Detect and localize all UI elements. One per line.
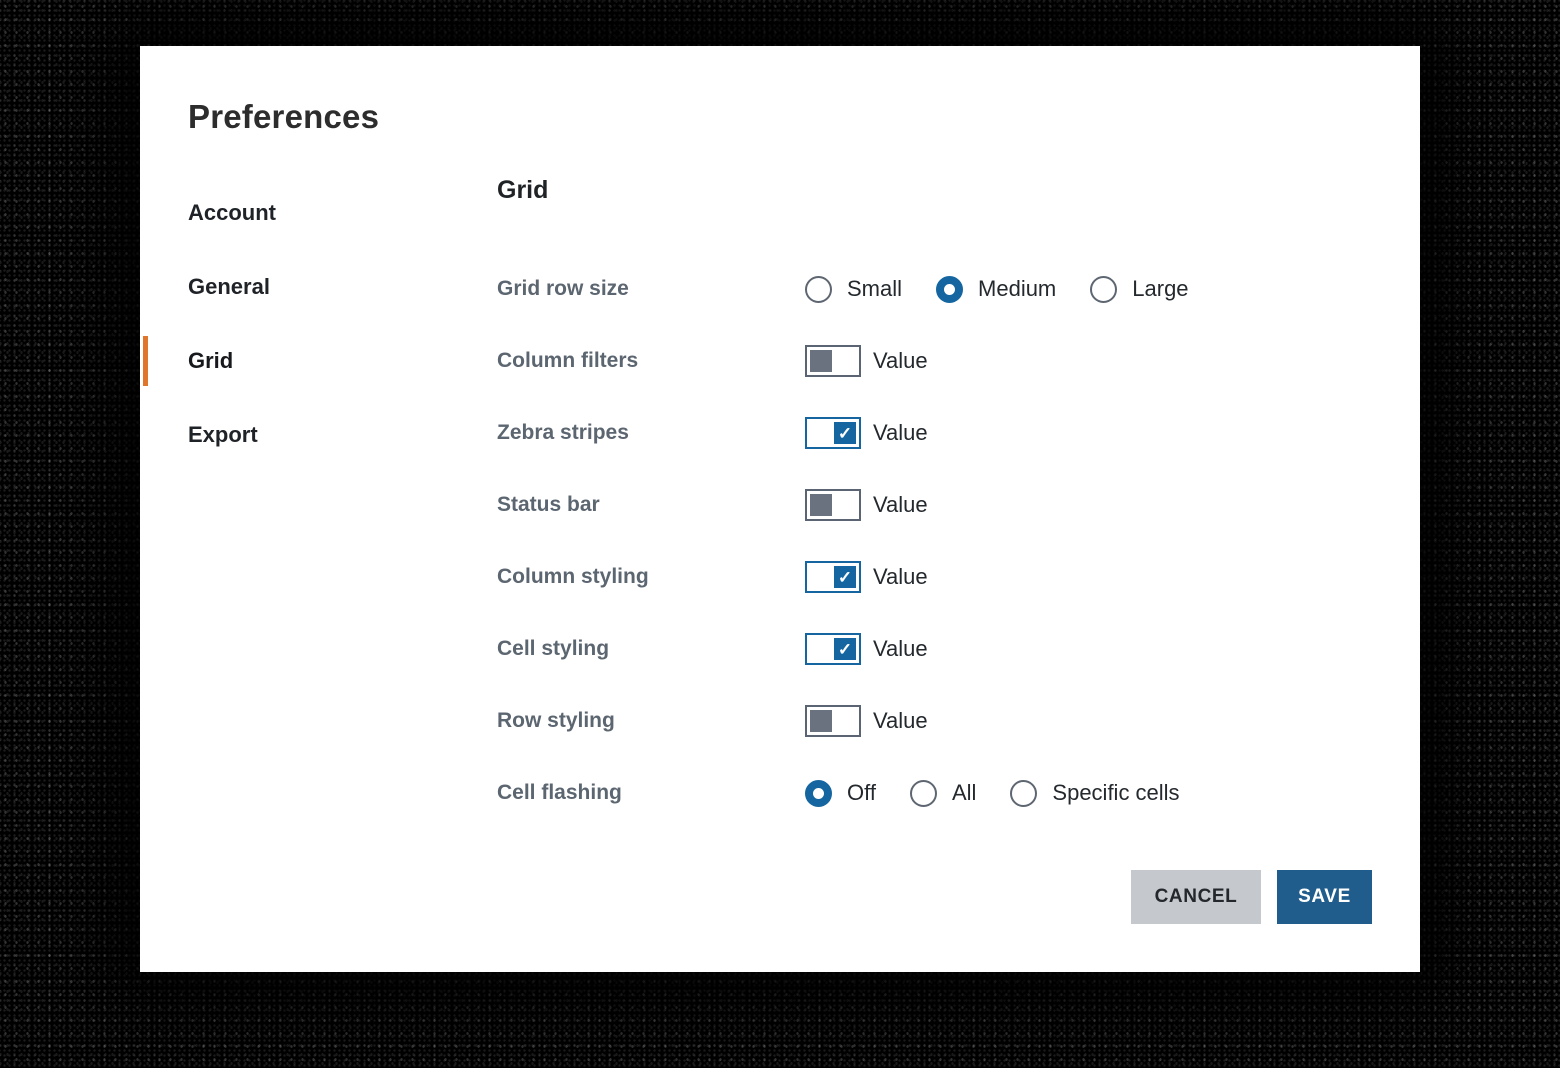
radio-icon (910, 780, 937, 807)
sidebar-item-account[interactable]: Account (188, 176, 448, 250)
toggle-switch[interactable]: ✓ (805, 417, 861, 449)
toggle-switch[interactable] (805, 489, 861, 521)
setting-label: Row styling (497, 709, 805, 733)
radio-option-label: Off (847, 780, 876, 806)
toggle-thumb (810, 710, 832, 732)
toggle-value-label: Value (873, 564, 928, 590)
save-button[interactable]: SAVE (1277, 870, 1372, 924)
radio-icon (805, 276, 832, 303)
toggle-wrap: Value (805, 345, 928, 377)
settings-row: Status bar Value (497, 469, 1377, 541)
settings-rows: Grid row size Small Medium Large Column filt… (497, 253, 1377, 829)
setting-controls: Value (805, 345, 928, 377)
sidebar-item-general[interactable]: General (188, 250, 448, 324)
settings-row: Cell styling ✓ Value (497, 613, 1377, 685)
radio-option-specific-cells[interactable]: Specific cells (1010, 780, 1179, 807)
radio-option-all[interactable]: All (910, 780, 976, 807)
sidebar-nav: AccountGeneralGridExport (188, 176, 448, 472)
toggle-thumb (810, 350, 832, 372)
footer-actions: CANCEL SAVE (1131, 870, 1372, 924)
toggle-value-label: Value (873, 708, 928, 734)
setting-label: Grid row size (497, 277, 805, 301)
radio-icon (936, 276, 963, 303)
radio-option-label: Medium (978, 276, 1056, 302)
radio-option-small[interactable]: Small (805, 276, 902, 303)
toggle-value-label: Value (873, 636, 928, 662)
toggle-wrap: ✓ Value (805, 633, 928, 665)
settings-row: Column styling ✓ Value (497, 541, 1377, 613)
settings-row: Cell flashing Off All Specific cells (497, 757, 1377, 829)
toggle-switch[interactable] (805, 345, 861, 377)
toggle-switch[interactable]: ✓ (805, 561, 861, 593)
dialog-title: Preferences (188, 98, 379, 136)
checkmark-icon: ✓ (834, 566, 856, 588)
radio-option-large[interactable]: Large (1090, 276, 1188, 303)
setting-label: Zebra stripes (497, 421, 805, 445)
toggle-switch[interactable]: ✓ (805, 633, 861, 665)
toggle-value-label: Value (873, 420, 928, 446)
toggle-switch[interactable] (805, 705, 861, 737)
checkmark-icon: ✓ (834, 422, 856, 444)
radio-icon (1010, 780, 1037, 807)
setting-controls: ✓ Value (805, 633, 928, 665)
setting-label: Column filters (497, 349, 805, 373)
setting-controls: Small Medium Large (805, 276, 1189, 303)
settings-row: Row styling Value (497, 685, 1377, 757)
panel-heading: Grid (497, 176, 548, 205)
settings-row: Column filters Value (497, 325, 1377, 397)
settings-row: Zebra stripes ✓ Value (497, 397, 1377, 469)
sidebar-item-grid[interactable]: Grid (188, 324, 448, 398)
cancel-button[interactable]: CANCEL (1131, 870, 1261, 924)
sidebar-item-export[interactable]: Export (188, 398, 448, 472)
toggle-wrap: ✓ Value (805, 417, 928, 449)
setting-label: Cell flashing (497, 781, 805, 805)
radio-option-medium[interactable]: Medium (936, 276, 1056, 303)
toggle-value-label: Value (873, 492, 928, 518)
setting-label: Cell styling (497, 637, 805, 661)
setting-controls: Value (805, 705, 928, 737)
radio-option-off[interactable]: Off (805, 780, 876, 807)
setting-label: Column styling (497, 565, 805, 589)
radio-option-label: All (952, 780, 976, 806)
radio-option-label: Large (1132, 276, 1188, 302)
setting-controls: ✓ Value (805, 417, 928, 449)
active-tab-indicator (143, 336, 148, 386)
toggle-wrap: Value (805, 705, 928, 737)
radio-option-label: Small (847, 276, 902, 302)
radio-icon (805, 780, 832, 807)
settings-row: Grid row size Small Medium Large (497, 253, 1377, 325)
toggle-value-label: Value (873, 348, 928, 374)
setting-label: Status bar (497, 493, 805, 517)
radio-option-label: Specific cells (1052, 780, 1179, 806)
checkmark-icon: ✓ (834, 638, 856, 660)
toggle-wrap: Value (805, 489, 928, 521)
radio-icon (1090, 276, 1117, 303)
preferences-dialog: Preferences AccountGeneralGridExport Gri… (140, 46, 1420, 972)
toggle-wrap: ✓ Value (805, 561, 928, 593)
setting-controls: Off All Specific cells (805, 780, 1180, 807)
toggle-thumb (810, 494, 832, 516)
setting-controls: Value (805, 489, 928, 521)
setting-controls: ✓ Value (805, 561, 928, 593)
